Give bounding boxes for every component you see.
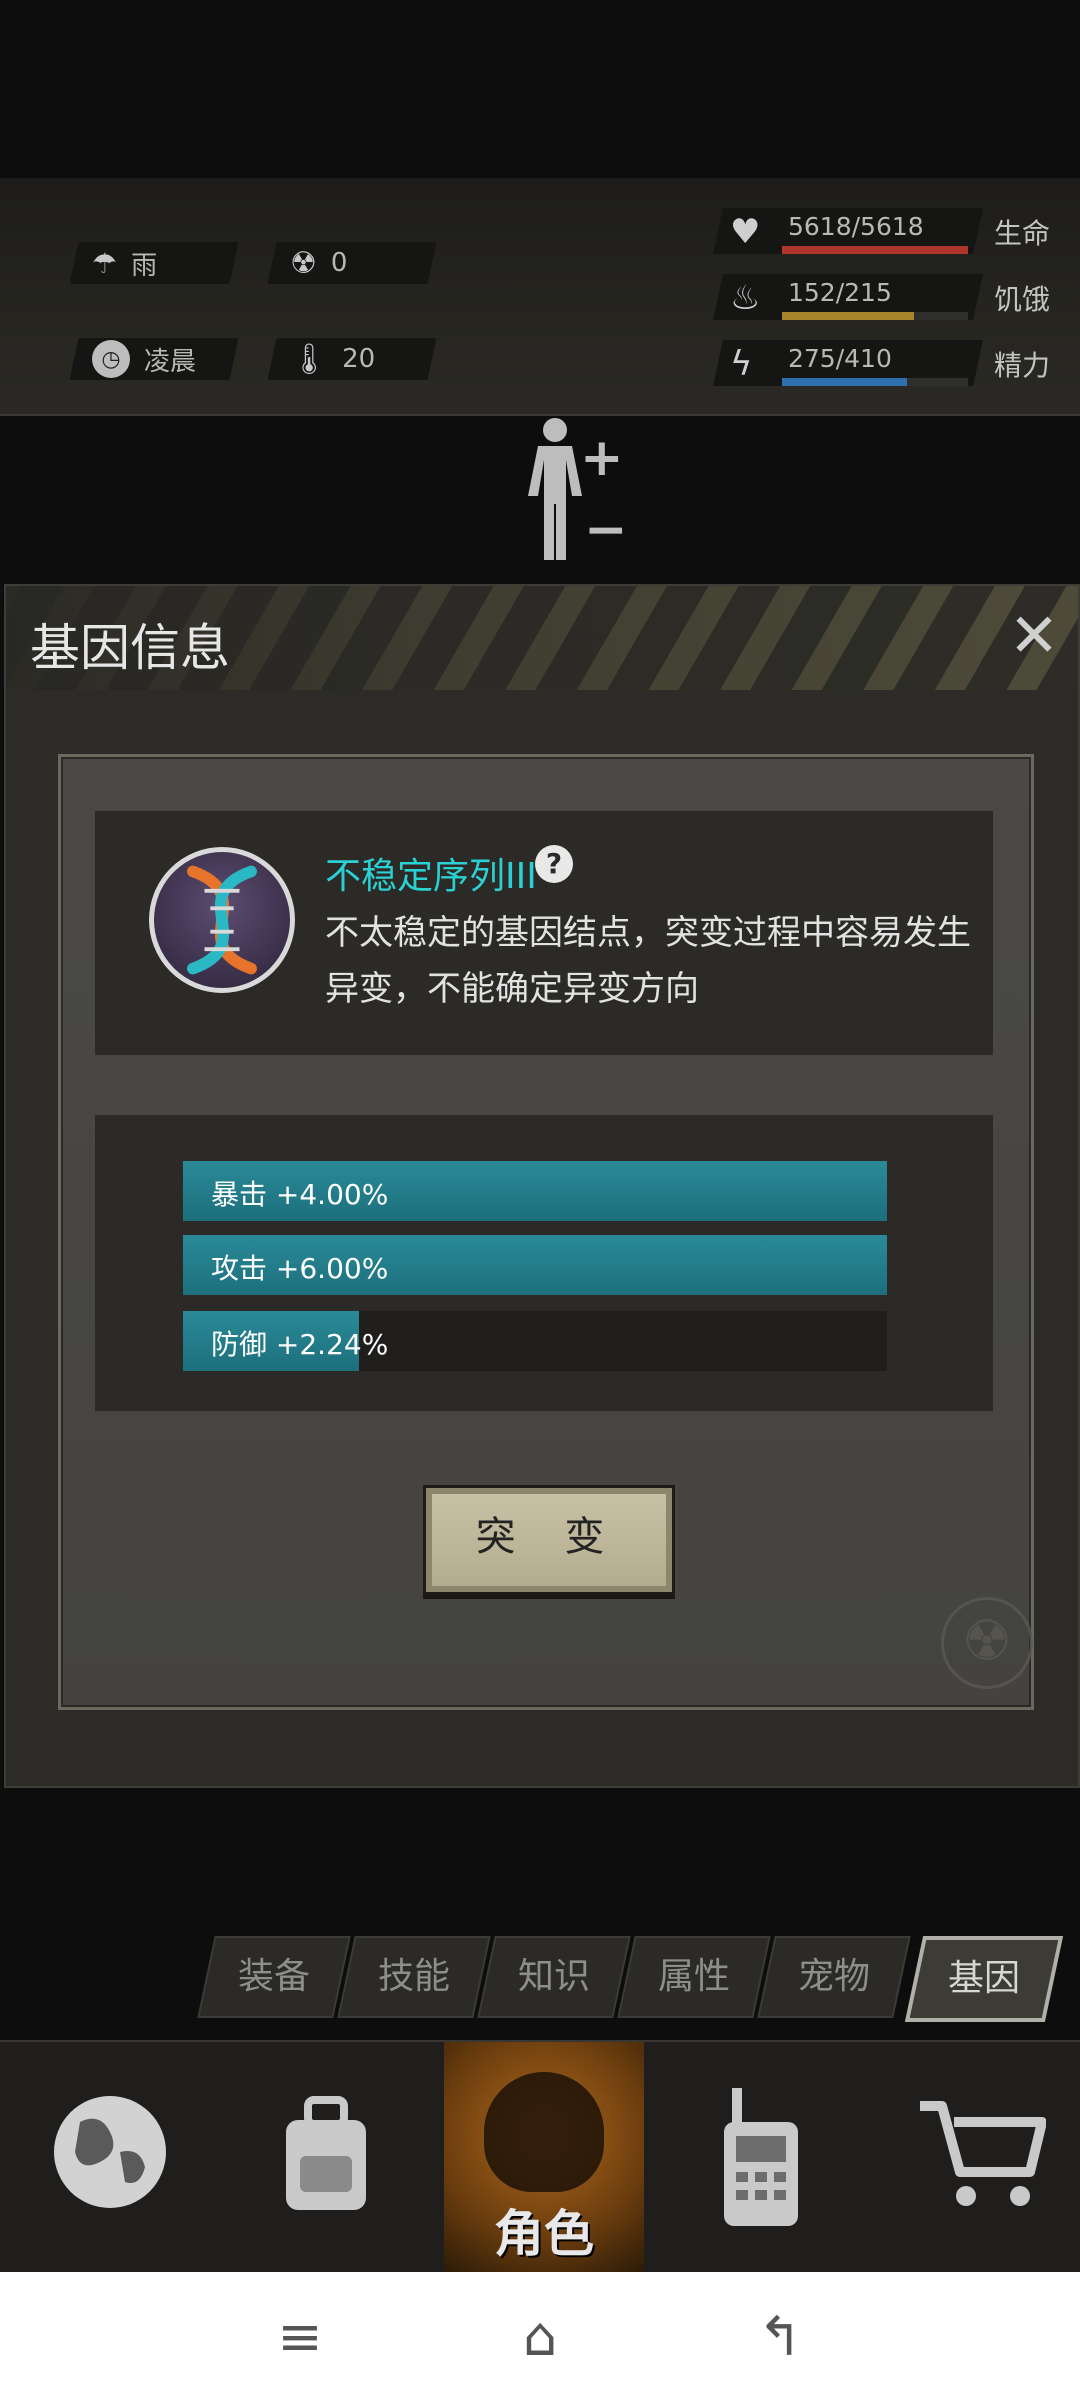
attribute-text: 暴击 +4.00% [211,1178,389,1211]
time-text: 凌晨 [144,346,197,377]
gene-info-dialog: 基因信息 ✕ 不稳定序列III ? 不太稳定的基因结点，突变过程中容易发生异变，… [4,584,1080,1788]
stat-value: 275/410 [788,344,892,373]
home-icon[interactable]: ⌂ [500,2302,580,2372]
system-nav-bar: ≡ ⌂ ↰ [0,2272,1080,2400]
dialog-title: 基因信息 [30,619,230,677]
tab-equipment[interactable]: 装备 [197,1936,351,2018]
stat-label: 精力 [994,349,1051,382]
gene-panel: 不稳定序列III ? 不太稳定的基因结点，突变过程中容易发生异变，不能确定异变方… [58,754,1034,1710]
tab-label: 知识 [517,1956,590,1997]
stat-label: 饥饿 [994,283,1051,316]
radiation-chip: ☢ 0 [267,242,437,284]
radiation-watermark-icon: ☢ [941,1597,1033,1689]
stat-health: ♥ 5618/5618 生命 [713,208,1068,256]
dna-icon [149,847,295,993]
tab-label: 装备 [237,1956,310,1997]
cart-icon [920,2101,1046,2206]
menu-icon[interactable]: ≡ [260,2302,340,2372]
clock-icon: ◷ [92,340,130,378]
temperature-value: 20 [342,344,376,374]
stat-fill [782,246,968,254]
attribute-text: 防御 +2.24% [211,1328,389,1361]
nav-radio[interactable] [660,2042,860,2274]
tab-attributes[interactable]: 属性 [617,1936,771,2018]
nav-role[interactable]: 角色 [444,2042,644,2274]
nav-shop[interactable] [876,2042,1076,2274]
walkie-talkie-icon [724,2088,798,2226]
globe-icon [54,2096,166,2208]
attribute-row-attack: 攻击 +6.00% [183,1235,887,1295]
tab-label: 宠物 [797,1956,870,1997]
gene-card: 不稳定序列III ? 不太稳定的基因结点，突变过程中容易发生异变，不能确定异变方… [95,811,993,1055]
stat-fill [782,312,914,320]
stat-energy: ϟ 275/410 精力 [713,340,1068,388]
nav-backpack[interactable] [226,2042,426,2274]
nav-world[interactable] [10,2042,210,2274]
tab-label: 属性 [657,1956,730,1997]
weather-text: 雨 [131,250,158,281]
radiation-icon: ☢ [290,245,317,281]
attribute-text: 攻击 +6.00% [211,1252,389,1285]
stat-label: 生命 [994,217,1051,250]
role-icon [484,2072,604,2192]
stat-hunger: ♨ 152/215 饥饿 [713,274,1068,322]
thermometer-icon: 🌡 [290,341,329,377]
nav-role-label: 角色 [494,2205,594,2263]
tab-knowledge[interactable]: 知识 [477,1936,631,2018]
rain-cloud-icon: ☂ [92,246,118,280]
back-icon[interactable]: ↰ [740,2302,820,2372]
tab-label: 技能 [377,1956,450,1997]
attribute-card: 暴击 +4.00% 攻击 +6.00% 防御 +2.24% [95,1115,993,1411]
lightning-icon: ϟ [730,344,753,384]
tab-pets[interactable]: 宠物 [757,1936,911,2018]
status-bar: ☂ 雨 ☢ 0 ◷ 凌晨 🌡 20 + − ♥ 5618/5618 生命 ♨ 152/2… [0,178,1080,560]
tab-skills[interactable]: 技能 [337,1936,491,2018]
attribute-row-crit: 暴击 +4.00% [183,1161,887,1221]
minus-icon[interactable]: − [584,500,628,560]
backpack-icon [286,2096,366,2210]
mutate-button[interactable]: 突 变 [423,1485,675,1595]
time-chip: ◷ 凌晨 [69,338,239,380]
help-icon[interactable]: ? [535,845,573,883]
close-button[interactable]: ✕ [1002,604,1066,668]
attribute-row-defense: 防御 +2.24% [183,1311,887,1371]
tab-label: 基因 [947,1958,1020,1999]
temperature-chip: 🌡 20 [267,338,437,380]
stomach-icon: ♨ [730,278,761,318]
radiation-value: 0 [330,248,348,278]
character-tabs: 装备 技能 知识 属性 宠物 基因 [196,1936,1064,2022]
bottom-nav: 角色 [0,2040,1080,2274]
weather-chip: ☂ 雨 [69,242,239,284]
gene-name: 不稳定序列III [325,856,537,897]
stat-value: 5618/5618 [788,212,924,241]
stat-fill [782,378,907,386]
plus-icon[interactable]: + [580,428,624,488]
gene-description: 不太稳定的基因结点，突变过程中容易发生异变，不能确定异变方向 [325,913,971,1009]
stat-value: 152/215 [788,278,892,307]
heart-pulse-icon: ♥ [730,212,761,252]
tab-genes[interactable]: 基因 [904,1936,1064,2022]
